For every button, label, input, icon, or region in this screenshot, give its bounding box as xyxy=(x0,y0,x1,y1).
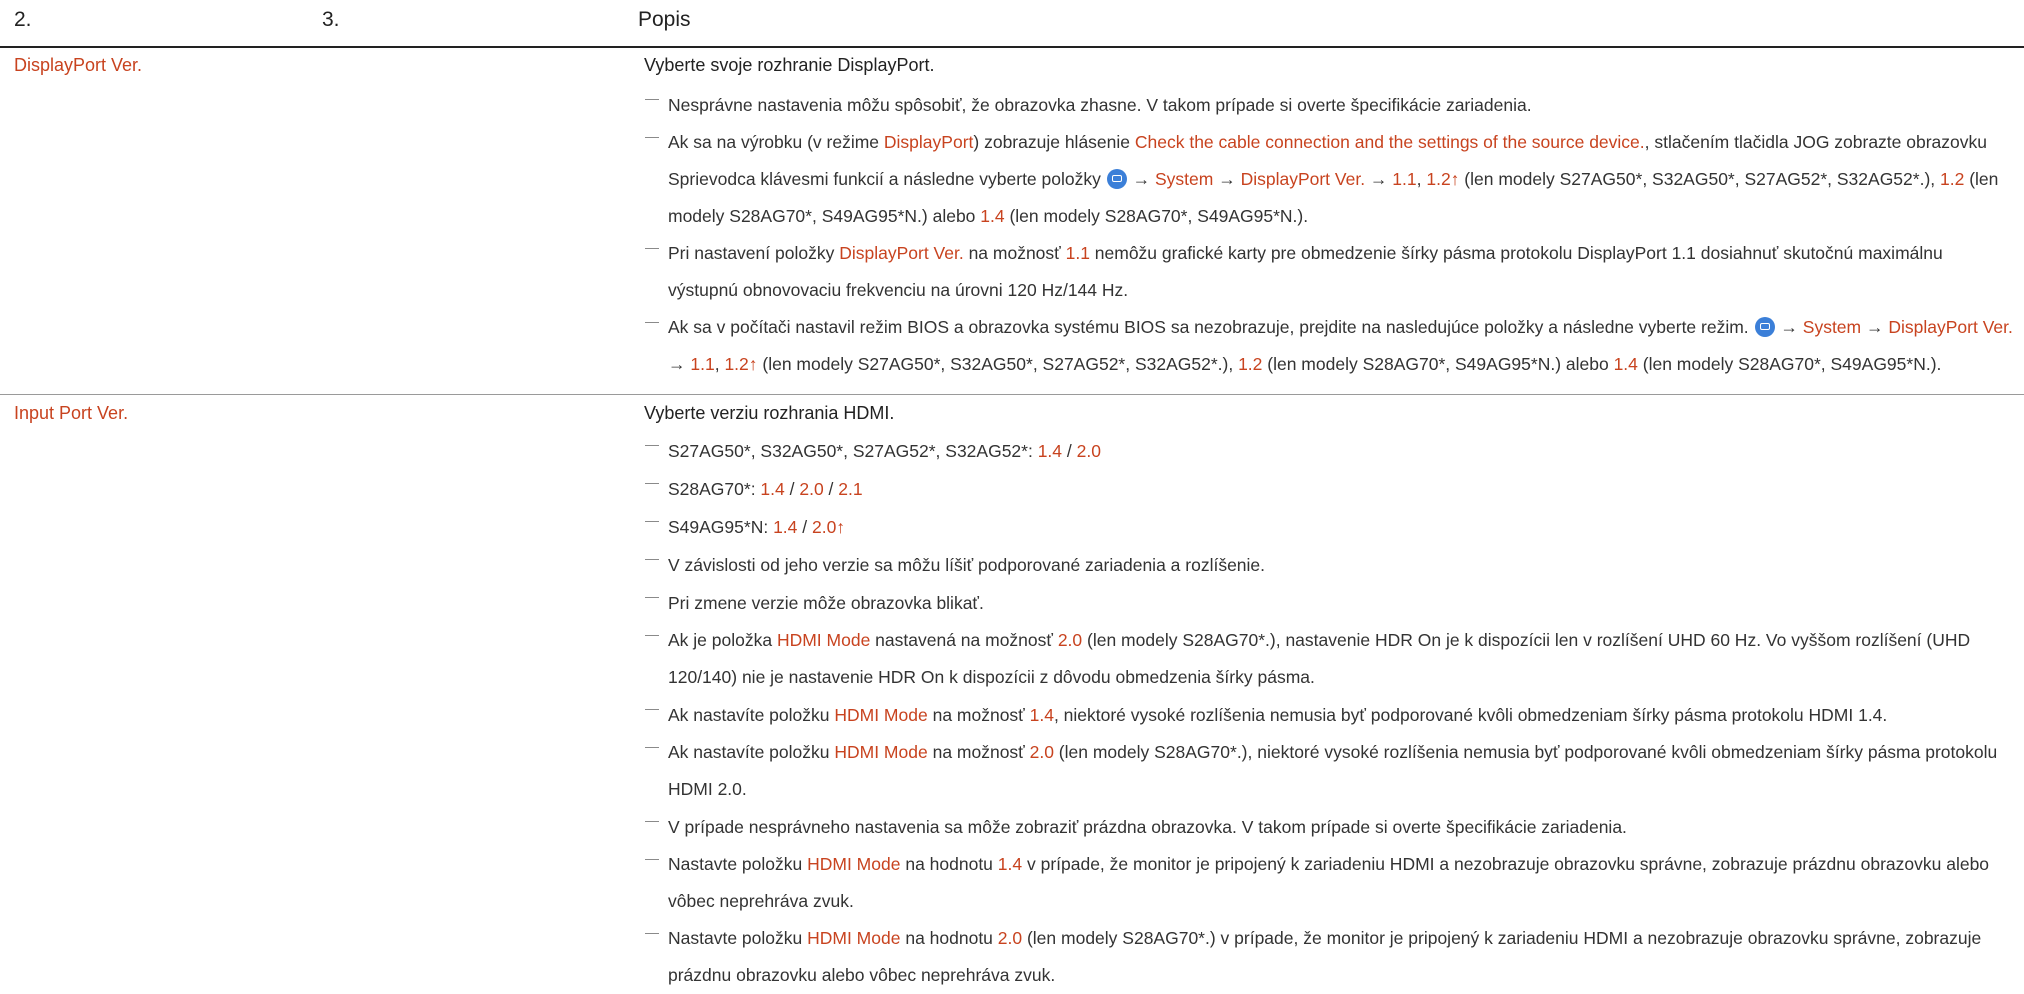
note-item: V prípade nesprávneho nastavenia sa môže… xyxy=(644,808,2014,846)
highlighted-term: DisplayPort Ver. xyxy=(1240,169,1366,189)
highlighted-term: 1.4 xyxy=(760,479,785,499)
highlighted-term: 1.4 xyxy=(1029,705,1054,725)
note-item: Nastavte položku HDMI Mode na hodnotu 1.… xyxy=(644,846,2014,920)
note-item: Nastavte položku HDMI Mode na hodnotu 2.… xyxy=(644,920,2014,994)
highlighted-term: 1.1 xyxy=(1065,243,1090,263)
highlighted-term: DisplayPort xyxy=(883,132,974,152)
note-item: Pri zmene verzie môže obrazovka blikať. xyxy=(644,584,2014,622)
highlighted-term: 1.2 xyxy=(1238,354,1263,374)
highlighted-term: HDMI Mode xyxy=(834,705,928,725)
highlighted-term: 1.2↑ xyxy=(724,354,758,374)
highlighted-term: 1.4 xyxy=(1037,441,1063,461)
header-col-2: 2. xyxy=(14,8,32,31)
highlighted-term: System xyxy=(1802,317,1862,337)
highlighted-term: 1.2 xyxy=(1940,169,1965,189)
highlighted-term: DisplayPort Ver. xyxy=(1888,317,2013,337)
setting-name-displayport-ver: DisplayPort Ver. xyxy=(14,55,143,75)
highlighted-term: 2.1 xyxy=(838,479,863,499)
highlighted-term: HDMI Mode xyxy=(776,630,871,650)
setting-description: Vyberte verziu rozhrania HDMI. xyxy=(644,403,895,423)
highlighted-term: 2.0 xyxy=(997,928,1023,948)
highlighted-term: HDMI Mode xyxy=(807,854,901,874)
highlighted-term: 2.0↑ xyxy=(811,517,846,537)
highlighted-term: 1.4 xyxy=(997,854,1023,874)
note-item: Ak nastavíte položku HDMI Mode na možnos… xyxy=(644,734,2014,808)
highlighted-term: 1.1 xyxy=(690,354,715,374)
header-col-3: 3. xyxy=(322,8,340,31)
note-item: S27AG50*, S32AG50*, S27AG52*, S32AG52*: … xyxy=(644,432,2014,470)
note-item: Pri nastavení položky DisplayPort Ver. n… xyxy=(644,235,2014,309)
highlighted-term: Check the cable connection and the setti… xyxy=(1134,132,1645,152)
note-item: S49AG95*N: 1.4 / 2.0↑ xyxy=(644,508,2014,546)
highlighted-term: 2.0 xyxy=(1029,742,1054,762)
highlighted-term: 1.4 xyxy=(1613,354,1638,374)
note-item: Nesprávne nastavenia môžu spôsobiť, že o… xyxy=(644,86,2014,124)
setting-description: Vyberte svoje rozhranie DisplayPort. xyxy=(644,55,935,75)
highlighted-term: DisplayPort Ver. xyxy=(839,243,964,263)
setting-name-input-port-ver: Input Port Ver. xyxy=(14,403,129,423)
header-col-description: Popis xyxy=(638,8,691,31)
note-item: Ak sa na výrobku (v režime DisplayPort) … xyxy=(644,124,2014,235)
table-row-input-port: Input Port Ver. Vyberte verziu rozhrania… xyxy=(0,394,2024,985)
menu-icon xyxy=(1754,317,1775,337)
note-item: Ak je položka HDMI Mode nastavená na mož… xyxy=(644,622,2014,696)
table-row-displayport: DisplayPort Ver. Vyberte svoje rozhranie… xyxy=(0,48,2024,394)
highlighted-term: 1.1 xyxy=(1392,169,1417,189)
highlighted-term: 1.4 xyxy=(773,517,798,537)
note-item: S28AG70*: 1.4 / 2.0 / 2.1 xyxy=(644,470,2014,508)
note-item: V závislosti od jeho verzie sa môžu líši… xyxy=(644,546,2014,584)
table-header: 2. 3. Popis xyxy=(0,0,2024,48)
highlighted-term: 1.4 xyxy=(980,206,1005,226)
highlighted-term: HDMI Mode xyxy=(834,742,928,762)
highlighted-term: 1.2↑ xyxy=(1426,169,1460,189)
note-item: Ak sa v počítači nastavil režim BIOS a o… xyxy=(644,309,2014,383)
note-item: Ak nastavíte položku HDMI Mode na možnos… xyxy=(644,696,2014,734)
highlighted-term: HDMI Mode xyxy=(807,928,901,948)
notes-list-input-port: S27AG50*, S32AG50*, S27AG52*, S32AG52*: … xyxy=(644,432,2014,994)
highlighted-term: 2.0 xyxy=(799,479,824,499)
highlighted-term: System xyxy=(1154,169,1214,189)
notes-list-displayport: Nesprávne nastavenia môžu spôsobiť, že o… xyxy=(644,86,2014,383)
highlighted-term: 2.0 xyxy=(1057,630,1083,650)
highlighted-term: 2.0 xyxy=(1076,441,1101,461)
menu-icon xyxy=(1106,169,1127,189)
